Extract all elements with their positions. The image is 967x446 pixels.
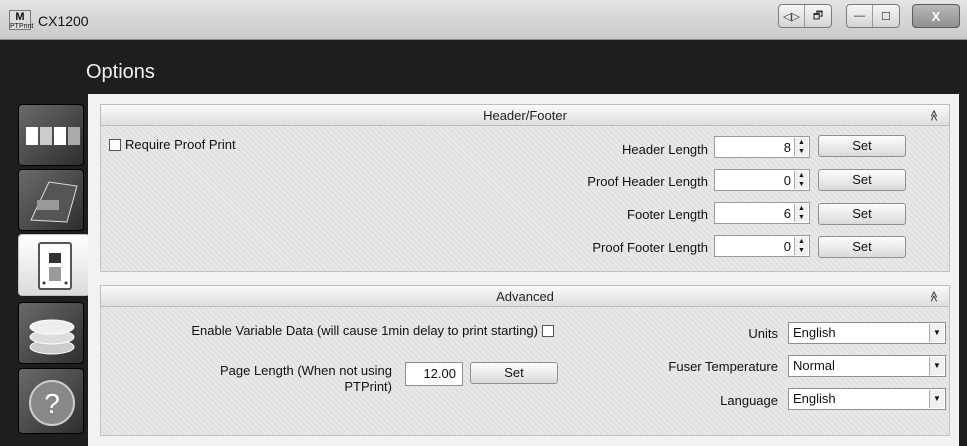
page-length-input[interactable]: 12.00 [405,362,463,386]
collapse-icon[interactable]: ≪ [923,291,944,303]
title-bar: M PTPrint CX1200 ◁▷ 🗗 — ☐ X [0,0,967,40]
app-icon: M PTPrint [9,10,34,30]
ribbon-icon [26,127,80,145]
proof-header-length-spinner[interactable]: 0 ▲ ▼ [714,169,810,191]
fuser-temperature-select[interactable]: Normal ▼ [788,355,946,377]
sidebar-item-ribbons[interactable] [18,104,84,166]
proof-header-length-set-button[interactable]: Set [818,169,906,191]
proof-footer-length-label: Proof Footer Length [592,240,708,255]
variable-data-label: Enable Variable Data (will cause 1min de… [191,323,538,338]
proof-footer-length-spinner[interactable]: 0 ▲ ▼ [714,235,810,257]
advanced-panel-header[interactable]: Advanced ≪ [100,285,950,307]
device-icon [38,242,72,290]
chevron-down-icon[interactable]: ▼ [929,324,944,342]
panel-title: Header/Footer [483,108,567,123]
proof-header-length-label: Proof Header Length [587,174,708,189]
fuser-temperature-value: Normal [793,358,835,373]
snap-icon[interactable]: ◁▷ [779,5,805,27]
minimize-button[interactable]: — [847,5,873,27]
page-length-set-button[interactable]: Set [470,362,558,384]
footer-length-spinner[interactable]: 6 ▲ ▼ [714,202,810,224]
header-length-spinner[interactable]: 8 ▲ ▼ [714,136,810,158]
help-icon: ? [29,380,75,426]
footer-length-label: Footer Length [627,207,708,222]
proof-footer-length-set-button[interactable]: Set [818,236,906,258]
header-footer-panel-header[interactable]: Header/Footer ≪ [100,104,950,126]
svg-text:?: ? [44,388,60,419]
sidebar-item-help[interactable]: ? [18,368,84,434]
sidebar-item-coins[interactable] [18,302,84,364]
require-proof-checkbox[interactable] [109,139,121,151]
maximize-button[interactable]: ☐ [873,5,899,27]
extra-controls: ◁▷ 🗗 [778,4,832,28]
chevron-down-icon[interactable]: ▼ [929,390,944,408]
language-label: Language [720,393,778,408]
variable-data-checkbox[interactable] [542,325,554,337]
chevron-down-icon[interactable]: ▼ [929,357,944,375]
window-controls: — ☐ [846,4,900,28]
units-value: English [793,325,836,340]
language-value: English [793,391,836,406]
window-title: CX1200 [38,13,89,29]
units-select[interactable]: English ▼ [788,322,946,344]
units-label: Units [748,326,778,341]
printer-icon [30,181,78,223]
panel-title: Advanced [496,289,554,304]
close-button[interactable]: X [912,4,960,28]
collapse-icon[interactable]: ≪ [923,110,944,122]
page-title: Options [86,61,155,83]
header-length-set-button[interactable]: Set [818,135,906,157]
fuser-temperature-label: Fuser Temperature [668,359,778,374]
header-length-label: Header Length [621,142,708,157]
coins-icon [29,319,75,355]
require-proof-label: Require Proof Print [125,137,236,152]
sidebar-item-options[interactable] [18,234,90,296]
page-length-label-2: PTPrint) [344,379,392,394]
page-length-label: Page Length (When not using [219,363,392,378]
sidebar-item-printer[interactable] [18,169,84,231]
restore-icon[interactable]: 🗗 [805,5,831,27]
footer-length-set-button[interactable]: Set [818,203,906,225]
language-select[interactable]: English ▼ [788,388,946,410]
